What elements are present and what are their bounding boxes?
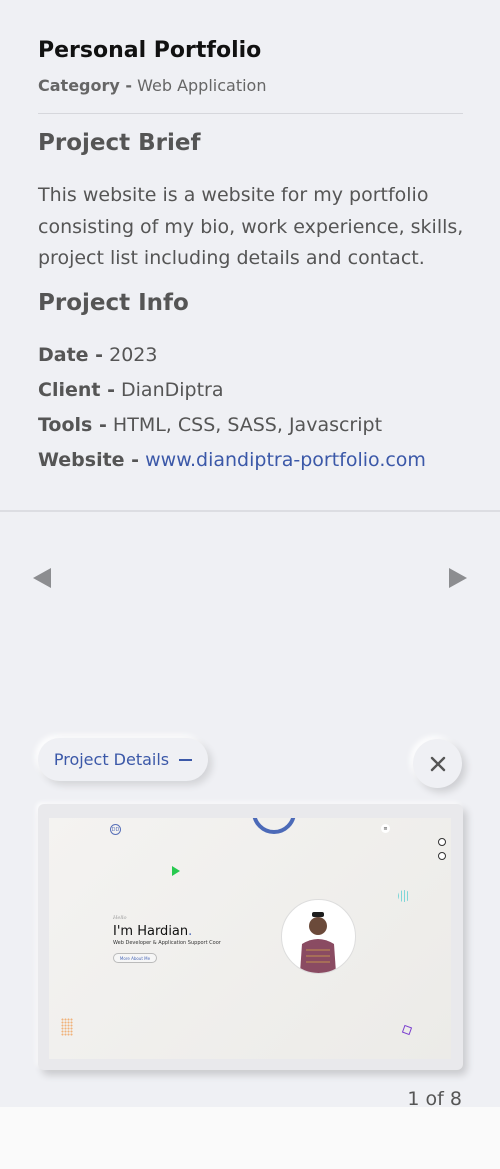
preview-name-dot: .: [188, 924, 193, 939]
project-title: Personal Portfolio: [38, 38, 262, 63]
project-brief-heading: Project Brief: [38, 130, 201, 156]
triangle-left-icon[interactable]: [33, 568, 51, 588]
website-label: Website -: [38, 449, 140, 471]
project-details-toggle-label: Project Details: [53, 750, 170, 769]
project-header: Personal Portfolio Category - Web Applic…: [38, 36, 463, 95]
client-value: DianDiptra: [121, 379, 224, 401]
info-row-tools: Tools - HTML, CSS, SASS, Javascript: [38, 408, 478, 443]
category-value: Web Application: [137, 76, 267, 95]
striped-ball-shape: [398, 890, 410, 902]
website-link[interactable]: www.diandiptra-portfolio.com: [145, 449, 426, 471]
preview-hero-subtitle: Web Developer & Application Support Coor: [113, 940, 221, 946]
header-divider: [38, 113, 463, 114]
menu-icon: ≡: [381, 824, 390, 833]
triangle-right-icon[interactable]: [449, 568, 467, 588]
tools-label: Tools -: [38, 414, 107, 436]
preview-more-button: More About Me: [113, 953, 157, 963]
project-info-list: Date - 2023 Client - DianDiptra Tools - …: [38, 338, 478, 478]
theme-toggle-icon: [438, 838, 446, 846]
decorative-arc: [252, 818, 296, 834]
info-row-website: Website - www.diandiptra-portfolio.com: [38, 443, 478, 478]
info-row-date: Date - 2023: [38, 338, 478, 373]
project-screenshot-card: DD ≡ Hello I'm Hardian. Web Developer & …: [38, 804, 463, 1070]
moon-icon: [438, 852, 446, 860]
project-brief-text: This website is a website for my portfol…: [38, 184, 464, 269]
purple-square-shape: [401, 1024, 413, 1036]
minus-icon: [179, 758, 193, 761]
preview-avatar: [281, 899, 356, 974]
project-category: Category - Web Application: [38, 76, 463, 95]
preview-hello: Hello: [113, 915, 127, 921]
category-label: Category -: [38, 76, 133, 95]
date-value: 2023: [109, 344, 158, 366]
green-triangle-shape: [172, 866, 180, 876]
preview-name-text: I'm Hardian: [113, 924, 189, 939]
project-details-toggle-button[interactable]: Project Details: [38, 738, 208, 781]
tools-value: HTML, CSS, SASS, Javascript: [112, 414, 383, 436]
project-info-heading: Project Info: [38, 290, 189, 316]
info-row-client: Client - DianDiptra: [38, 373, 478, 408]
site-logo: DD: [110, 824, 121, 835]
project-screenshot: DD ≡ Hello I'm Hardian. Web Developer & …: [49, 818, 451, 1059]
close-button[interactable]: [413, 739, 462, 788]
bottom-bar: [0, 1107, 500, 1169]
section-divider: [0, 510, 500, 512]
dot-pattern-shape: [61, 1018, 73, 1036]
date-label: Date -: [38, 344, 104, 366]
preview-hero-name: I'm Hardian.: [113, 924, 192, 939]
close-icon: [430, 756, 445, 771]
client-label: Client -: [38, 379, 115, 401]
